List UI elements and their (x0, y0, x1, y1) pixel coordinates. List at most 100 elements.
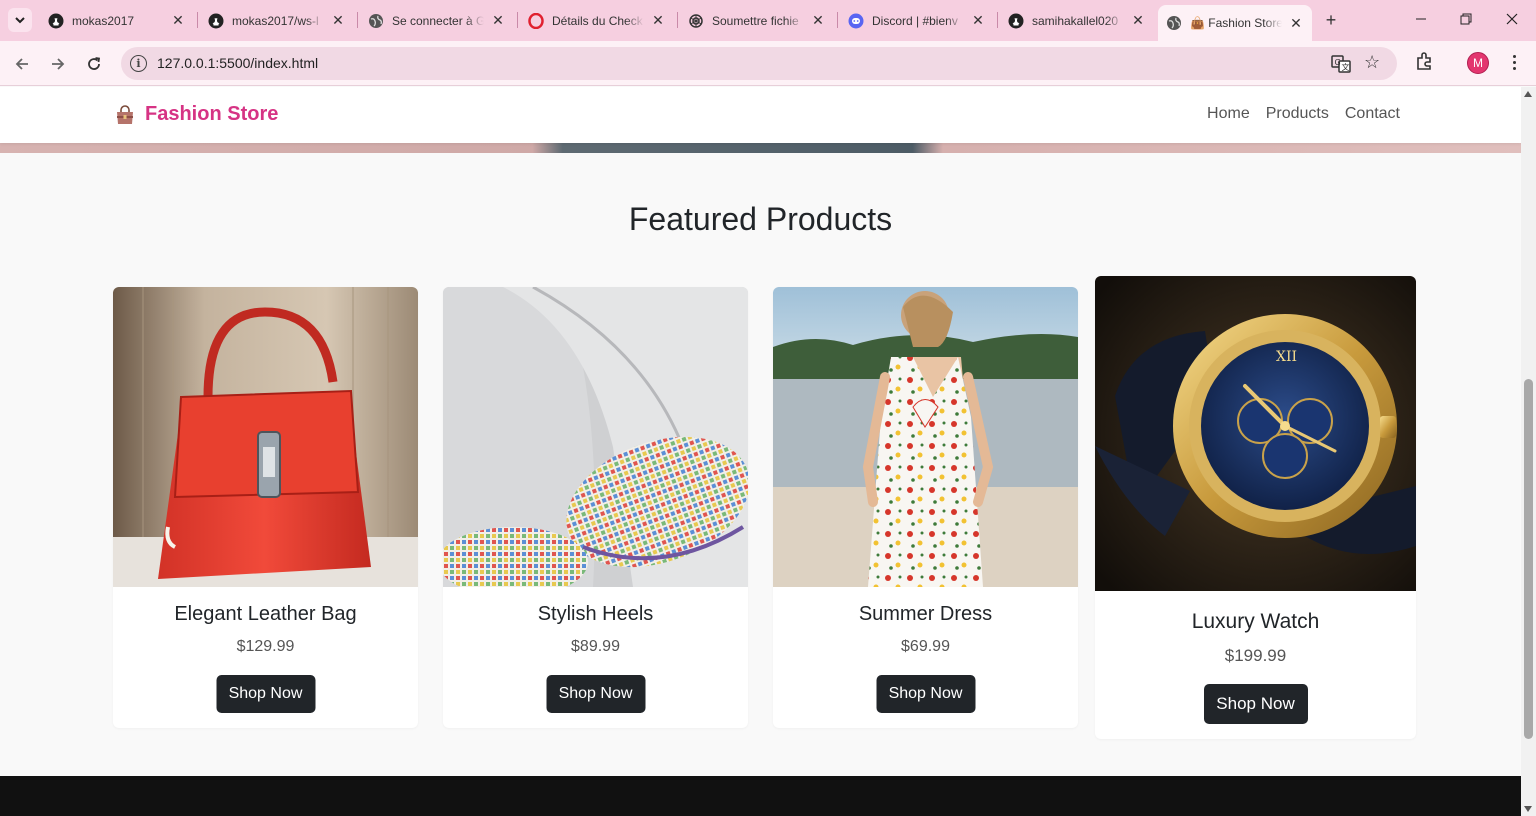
product-image[interactable] (113, 287, 418, 587)
tab-samihakallel[interactable]: samihakallel020 ✕ (1000, 6, 1154, 35)
tab-se-connecter[interactable]: Se connecter à G ✕ (360, 6, 514, 35)
nav-links: Home Products Contact (1207, 105, 1400, 123)
nav-link-contact[interactable]: Contact (1345, 105, 1400, 123)
browser-toolbar: i 127.0.0.1:5500/index.html G文 ☆ M (0, 41, 1536, 86)
restore-button[interactable] (1453, 8, 1479, 30)
leather-bag-image (113, 287, 418, 587)
scroll-up-arrow-icon[interactable] (1524, 91, 1532, 97)
product-price: $199.99 (1224, 646, 1287, 665)
close-icon[interactable]: ✕ (970, 12, 986, 29)
reload-icon (88, 57, 101, 70)
back-button[interactable] (9, 51, 35, 77)
product-image[interactable]: XII (1095, 276, 1416, 591)
tab-title: Discord | #bienv (872, 13, 958, 28)
site-navbar: Fashion Store Home Products Contact (0, 87, 1521, 143)
svg-text:XII: XII (1276, 349, 1297, 365)
shop-now-button[interactable]: Shop Now (546, 675, 645, 713)
close-icon[interactable]: ✕ (1288, 15, 1304, 31)
tab-title: Détails du Check (552, 13, 643, 28)
close-icon[interactable]: ✕ (810, 12, 826, 29)
tab-divider (997, 12, 998, 28)
scroll-down-arrow-icon[interactable] (1524, 806, 1532, 812)
close-icon[interactable]: ✕ (490, 12, 506, 29)
opera-icon (528, 12, 544, 29)
product-price: $69.99 (901, 638, 950, 655)
tab-details-check[interactable]: Détails du Check ✕ (520, 6, 674, 35)
tab-fashion-store[interactable]: 👜 Fashion Store ✕ (1158, 5, 1312, 41)
tab-divider (197, 12, 198, 28)
restore-icon (1460, 13, 1472, 25)
site-footer (0, 776, 1521, 816)
close-icon[interactable]: ✕ (170, 12, 186, 29)
tab-divider (357, 12, 358, 28)
product-card: XII Luxury Watch $199.99 Shop Now (1095, 276, 1416, 739)
arrow-left-icon (15, 58, 28, 70)
url-text[interactable]: 127.0.0.1:5500/index.html (157, 55, 318, 71)
close-icon[interactable]: ✕ (650, 12, 666, 29)
heels-image (443, 287, 748, 587)
product-price: $129.99 (236, 638, 295, 655)
tab-discord[interactable]: Discord | #bienv ✕ (840, 6, 994, 35)
section-title: Featured Products (628, 201, 893, 237)
product-image[interactable] (443, 287, 748, 587)
close-icon[interactable]: ✕ (330, 12, 346, 29)
brand-name: Fashion Store (145, 103, 279, 125)
hero-banner (0, 143, 1521, 153)
minimize-button[interactable] (1408, 8, 1434, 30)
reload-button[interactable] (81, 51, 107, 77)
openai-icon (689, 13, 703, 28)
profile-avatar[interactable]: M (1467, 52, 1489, 74)
tab-title: mokas2017 (72, 13, 135, 28)
shop-now-button[interactable]: Shop Now (876, 675, 975, 713)
tab-mokas2017[interactable]: mokas2017 ✕ (40, 6, 194, 35)
github-icon (48, 13, 64, 28)
product-price: $89.99 (571, 638, 620, 655)
product-image[interactable] (773, 287, 1078, 587)
product-name: Luxury Watch (1191, 610, 1320, 633)
address-bar[interactable]: i 127.0.0.1:5500/index.html G文 ☆ (121, 47, 1397, 80)
svg-text:文: 文 (1342, 62, 1350, 72)
tab-title: mokas2017/ws-l (232, 13, 319, 28)
tab-title: Soumettre fichie (712, 13, 799, 28)
translate-icon[interactable]: G文 (1331, 54, 1351, 74)
product-card: Stylish Heels $89.99 Shop Now (443, 287, 748, 728)
product-card: Elegant Leather Bag $129.99 Shop Now (113, 287, 418, 728)
discord-icon (848, 13, 864, 28)
svg-text:G: G (1335, 58, 1341, 67)
product-name: Stylish Heels (537, 603, 654, 625)
tab-title: samihakallel020 (1032, 13, 1119, 28)
minimize-icon (1416, 18, 1426, 20)
handbag-icon (117, 104, 133, 124)
extensions-icon[interactable] (1414, 50, 1436, 72)
close-icon[interactable]: ✕ (1130, 12, 1146, 29)
tab-divider (677, 12, 678, 28)
browser-menu-button[interactable] (1505, 50, 1523, 74)
product-card: Summer Dress $69.99 Shop Now (773, 287, 1078, 728)
page-scrollbar[interactable] (1521, 87, 1536, 816)
tab-title: Se connecter à G (392, 13, 484, 28)
brand-logo[interactable]: Fashion Store (114, 103, 278, 126)
tab-divider (517, 12, 518, 28)
forward-button[interactable] (45, 51, 71, 77)
luxury-watch-image: XII (1095, 276, 1416, 591)
tab-ws[interactable]: mokas2017/ws-l ✕ (200, 6, 354, 35)
window-close-button[interactable] (1499, 8, 1525, 30)
globe-icon (369, 13, 383, 28)
tab-soumettre[interactable]: Soumettre fichie ✕ (680, 6, 834, 35)
tab-search-button[interactable] (8, 8, 32, 32)
product-name: Elegant Leather Bag (174, 603, 357, 625)
tab-divider (837, 12, 838, 28)
scrollbar-thumb[interactable] (1524, 379, 1533, 739)
shop-now-button[interactable]: Shop Now (1203, 684, 1308, 724)
browser-tab-bar: mokas2017 ✕ mokas2017/ws-l ✕ Se connecte… (0, 0, 1536, 41)
nav-link-products[interactable]: Products (1266, 105, 1329, 123)
page-viewport: Fashion Store Home Products Contact Feat… (0, 87, 1521, 816)
new-tab-button[interactable]: + (1320, 9, 1342, 31)
site-info-icon[interactable]: i (130, 55, 147, 72)
close-icon (1506, 13, 1518, 25)
shop-now-button[interactable]: Shop Now (216, 675, 315, 713)
arrow-right-icon (52, 58, 65, 70)
globe-icon (1167, 16, 1181, 30)
bookmark-star-icon[interactable]: ☆ (1364, 52, 1380, 73)
nav-link-home[interactable]: Home (1207, 105, 1250, 123)
